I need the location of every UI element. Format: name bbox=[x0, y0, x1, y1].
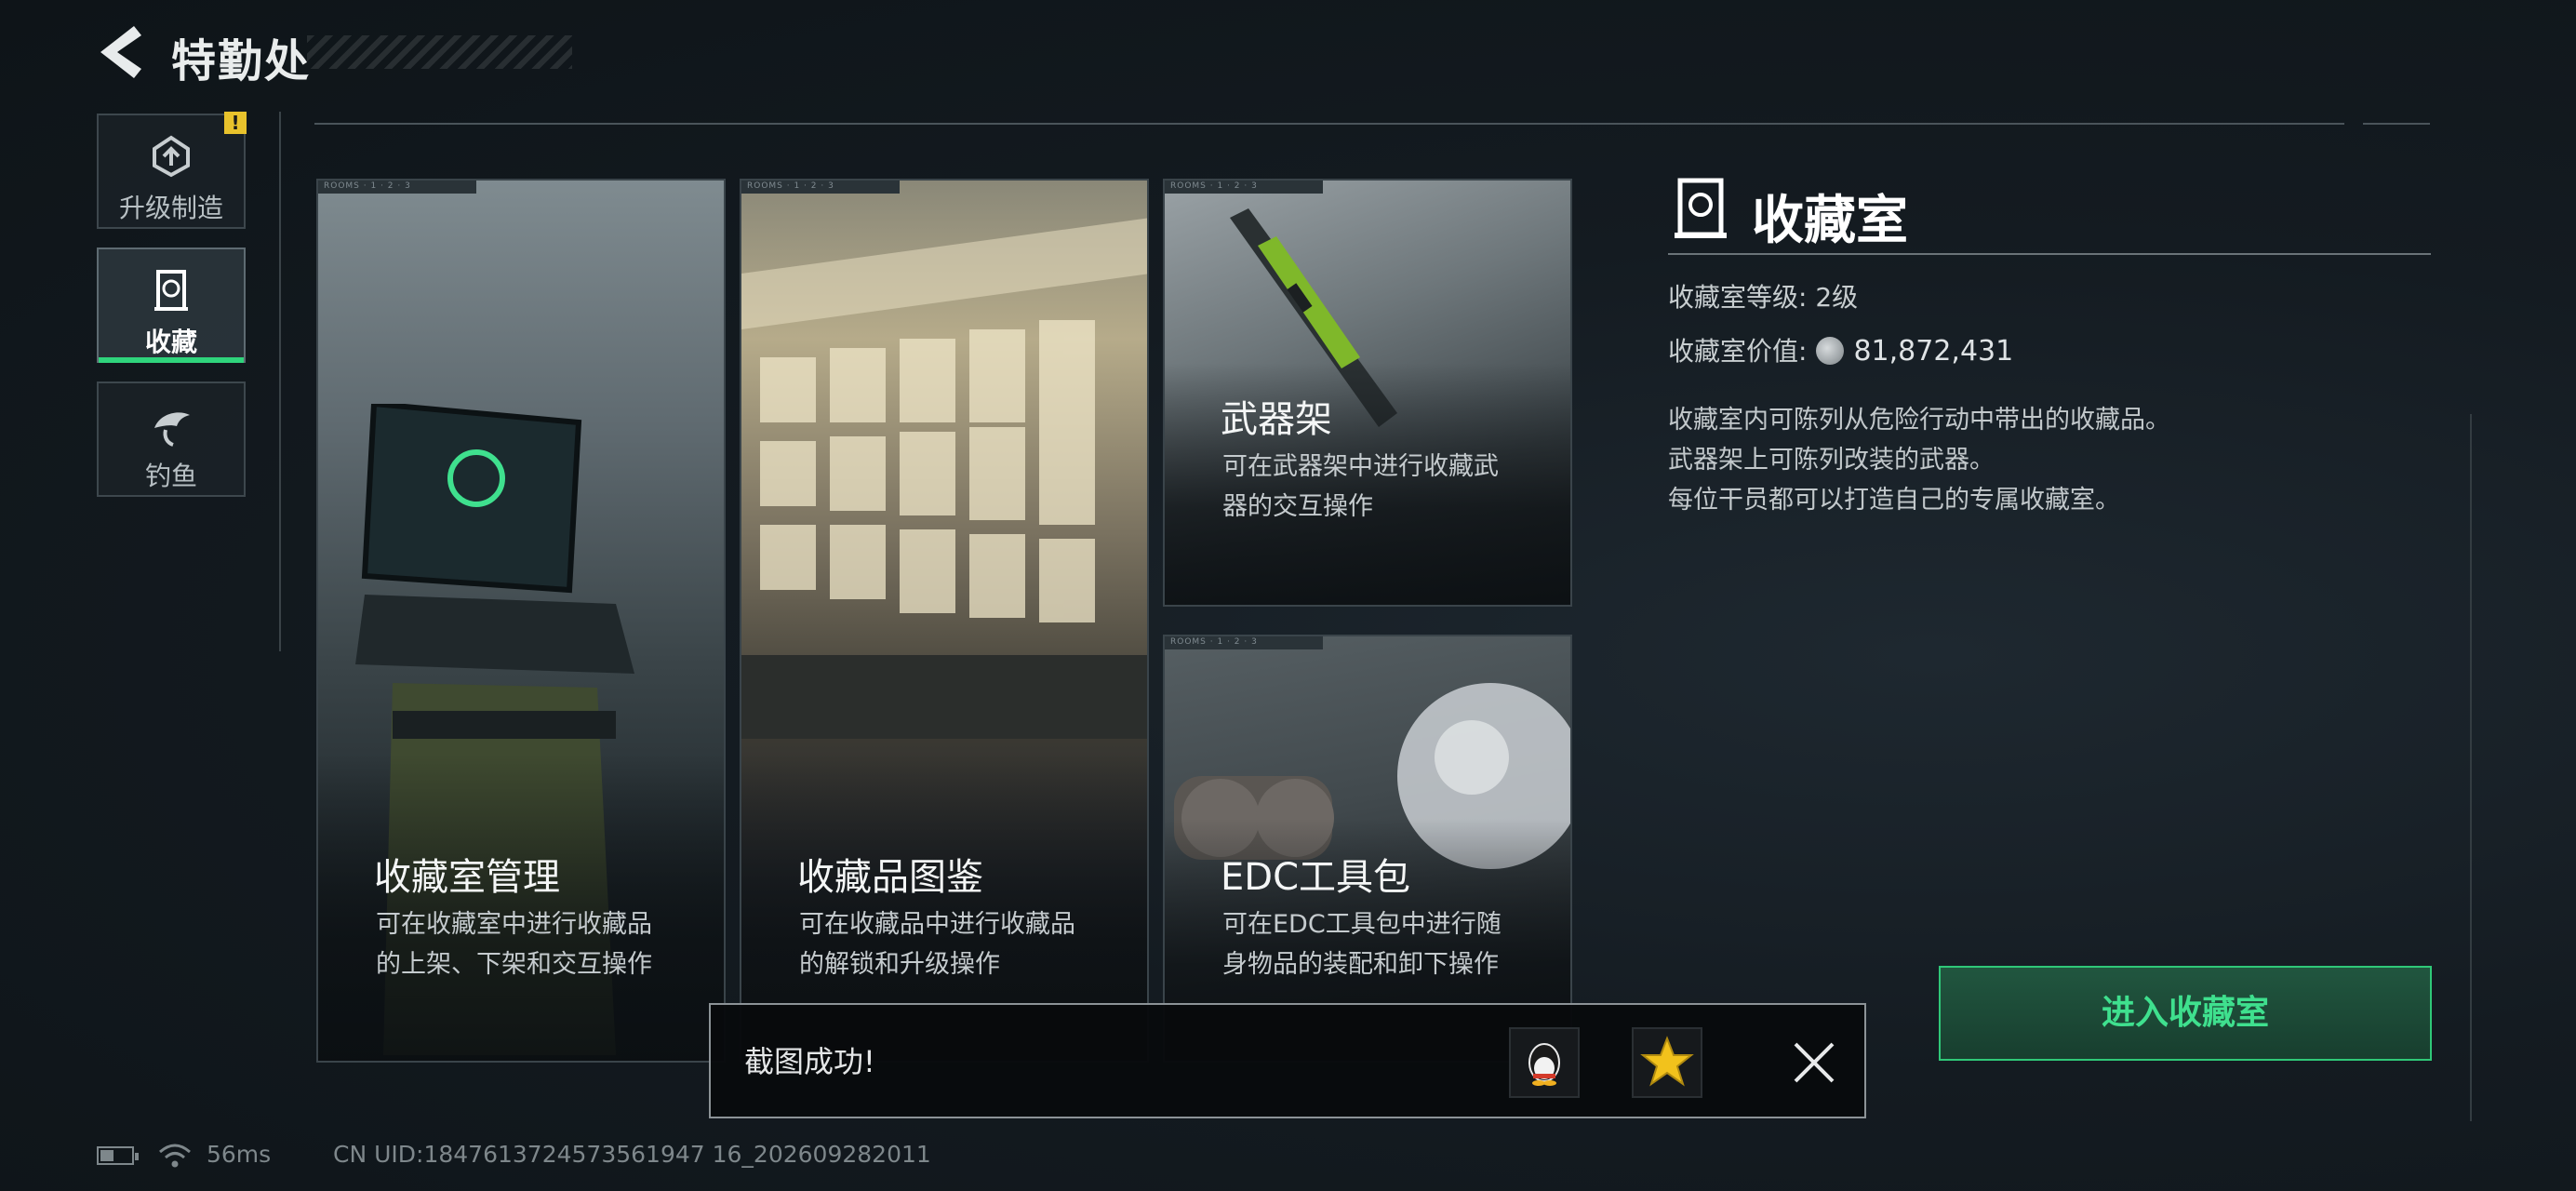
qq-icon bbox=[1528, 1043, 1560, 1086]
card-tab-strip: ROOMS · 1 · 2 · 3 bbox=[318, 181, 476, 194]
card-desc-line: 可在EDC工具包中进行随 bbox=[1222, 910, 1502, 939]
close-icon[interactable] bbox=[1790, 1038, 1838, 1087]
room-level-value: 2级 bbox=[1815, 282, 1859, 313]
battery-icon bbox=[97, 1146, 139, 1165]
card-desc: 可在收藏品中进行收藏品 的解锁和升级操作 bbox=[799, 904, 1115, 984]
card-title: 武器架 bbox=[1221, 398, 1332, 441]
nav-item-fishing[interactable]: 钓鱼 bbox=[97, 381, 246, 497]
card-collectible-catalog[interactable]: ROOMS · 1 · 2 · 3 收藏品图鉴 可在收藏品中进行收藏品 的解锁和… bbox=[740, 179, 1149, 1063]
nav-item-label: 钓鱼 bbox=[144, 461, 197, 491]
room-level: 收藏室等级: 2级 bbox=[1668, 277, 1858, 314]
divider bbox=[1668, 253, 2431, 255]
qzone-star-icon bbox=[1640, 1036, 1694, 1087]
card-desc: 可在EDC工具包中进行随 身物品的装配和卸下操作 bbox=[1222, 904, 1539, 984]
card-desc-line: 可在收藏品中进行收藏品 bbox=[799, 910, 1075, 939]
card-title: 收藏室管理 bbox=[374, 856, 560, 899]
network-latency: 56ms bbox=[207, 1141, 272, 1168]
currency-coin-icon bbox=[1816, 337, 1845, 365]
card-edc-kit[interactable]: ROOMS · 1 · 2 · 3 EDC工具包 可在EDC工具包中进行随 身物… bbox=[1163, 635, 1572, 1063]
toast-message: 截图成功! bbox=[744, 1044, 875, 1079]
card-desc-line: 可在武器架中进行收藏武 bbox=[1222, 452, 1499, 481]
nav-item-collection[interactable]: 收藏 bbox=[97, 248, 246, 363]
nav-item-upgrade-craft[interactable]: 升级制造 bbox=[97, 114, 246, 229]
room-value: 收藏室价值: 81,872,431 bbox=[1668, 331, 2013, 368]
divider bbox=[279, 112, 281, 651]
screenshot-toast: 截图成功! bbox=[709, 1003, 1866, 1118]
user-uid: CN UID:1847613724573561947 16_2026092820… bbox=[333, 1141, 931, 1168]
room-value-amount: 81,872,431 bbox=[1853, 335, 2014, 368]
card-tab-strip: ROOMS · 1 · 2 · 3 bbox=[1165, 636, 1323, 649]
card-collection-room-management[interactable]: ROOMS · 1 · 2 · 3 收藏室管理 可在收藏室中进行收藏品 的上架、… bbox=[316, 179, 726, 1063]
card-title: EDC工具包 bbox=[1221, 856, 1411, 899]
info-desc-line: 收藏室内可陈列从危险行动中带出的收藏品。 bbox=[1668, 406, 2170, 435]
collection-icon bbox=[154, 270, 188, 311]
card-desc-line: 可在收藏室中进行收藏品 bbox=[376, 910, 652, 939]
share-qq-button[interactable] bbox=[1509, 1027, 1580, 1098]
card-desc-line: 的解锁和升级操作 bbox=[799, 950, 1000, 979]
room-level-label: 收藏室等级: bbox=[1668, 282, 1808, 313]
display-shelves-illustration bbox=[741, 218, 1147, 739]
info-title: 收藏室 bbox=[1752, 191, 1908, 251]
wifi-icon bbox=[159, 1144, 191, 1168]
card-tab-strip: ROOMS · 1 · 2 · 3 bbox=[741, 181, 900, 194]
divider bbox=[314, 123, 2344, 125]
page-title: 特勤处 bbox=[171, 35, 312, 87]
card-desc: 可在武器架中进行收藏武 器的交互操作 bbox=[1222, 447, 1539, 527]
card-desc-line: 器的交互操作 bbox=[1222, 492, 1373, 521]
share-qzone-button[interactable] bbox=[1632, 1027, 1702, 1098]
upgrade-craft-icon bbox=[153, 135, 190, 178]
back-arrow-icon[interactable] bbox=[93, 22, 149, 82]
info-description: 收藏室内可陈列从危险行动中带出的收藏品。 武器架上可陈列改装的武器。 每位干员都… bbox=[1668, 400, 2170, 520]
info-desc-line: 每位干员都可以打造自己的专属收藏室。 bbox=[1668, 486, 2120, 515]
card-desc-line: 身物品的装配和卸下操作 bbox=[1222, 950, 1499, 979]
card-desc-line: 的上架、下架和交互操作 bbox=[376, 950, 652, 979]
card-title: 收藏品图鉴 bbox=[797, 856, 983, 899]
card-weapon-rack[interactable]: ROOMS · 1 · 2 · 3 武器架 可在武器架中进行收藏武 器的交互操作 bbox=[1163, 179, 1572, 607]
divider bbox=[2470, 414, 2472, 1121]
divider bbox=[2363, 123, 2430, 125]
fishing-icon bbox=[154, 412, 190, 447]
alert-badge: ! bbox=[224, 112, 247, 134]
nav-item-label: 升级制造 bbox=[118, 193, 223, 223]
title-decoration bbox=[307, 35, 572, 69]
room-value-label: 收藏室价值: bbox=[1668, 336, 1808, 367]
info-desc-line: 武器架上可陈列改装的武器。 bbox=[1668, 446, 1995, 475]
nav-item-label: 收藏 bbox=[144, 327, 197, 357]
card-desc: 可在收藏室中进行收藏品 的上架、下架和交互操作 bbox=[376, 904, 692, 984]
collection-room-icon bbox=[1675, 178, 1727, 238]
card-tab-strip: ROOMS · 1 · 2 · 3 bbox=[1165, 181, 1323, 194]
enter-collection-room-button[interactable]: 进入收藏室 bbox=[1939, 966, 2432, 1061]
